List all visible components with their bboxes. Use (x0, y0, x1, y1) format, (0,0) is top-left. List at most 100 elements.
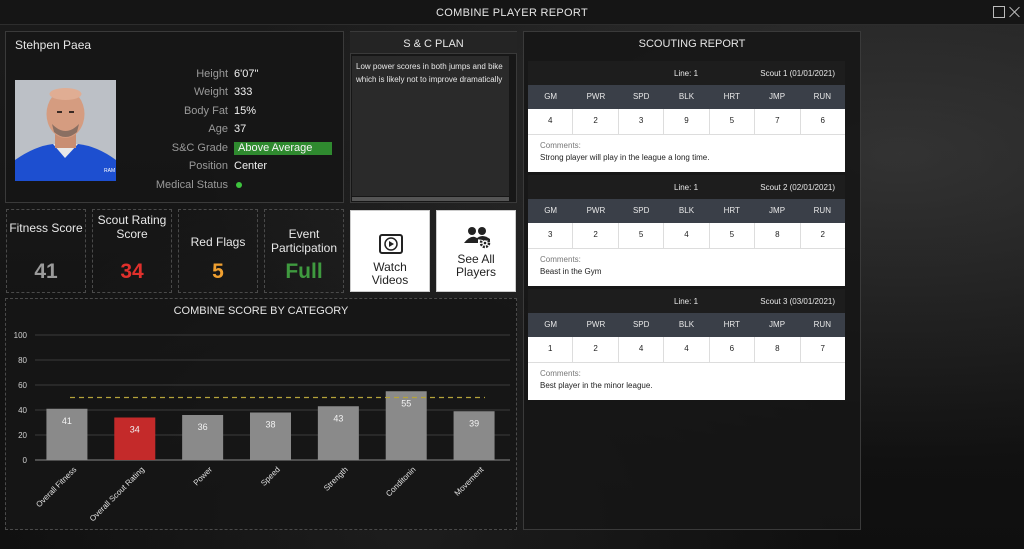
comments-text: Beast in the Gym (540, 267, 602, 276)
scout-line: Line: 1 (674, 297, 699, 306)
val-gm: 4 (528, 109, 574, 134)
maximize-icon[interactable] (993, 6, 1005, 18)
close-icon[interactable] (1009, 6, 1021, 18)
col-pwr: PWR (586, 320, 606, 329)
height-row: Height 6'07" (130, 68, 340, 84)
bar-value-label: 41 (62, 416, 72, 426)
fitness-score-box: Fitness Score 41 (6, 209, 86, 293)
val-blk: 4 (664, 337, 710, 362)
x-tick-label: Power (192, 465, 215, 488)
col-run: RUN (813, 320, 831, 329)
x-tick-label: Conditonin (384, 465, 417, 498)
val-jmp: 7 (755, 109, 801, 134)
comments-text: Best player in the minor league. (540, 381, 653, 390)
scout-columns: GM PWR SPD BLK HRT JMP RUN (528, 85, 845, 109)
grade-row: S&C Grade Above Average (130, 142, 340, 158)
watch-videos-label: Watch Videos (371, 260, 409, 287)
val-run: 6 (820, 116, 825, 125)
height-value: 6'07" (234, 68, 259, 80)
y-tick-label: 40 (18, 406, 27, 415)
see-all-players-label: See All Players (455, 252, 496, 279)
scout-values-row: 3 2 5 4 5 8 2 (528, 223, 845, 248)
col-gm: GM (544, 92, 558, 101)
age-value: 37 (234, 123, 247, 135)
height-label: Height (196, 68, 228, 80)
fitness-score-label: Fitness Score (9, 221, 83, 235)
window-title: COMBINE PLAYER REPORT (436, 7, 588, 19)
col-hrt: HRT (723, 206, 740, 215)
scout-comments: Comments: Strong player will play in the… (528, 134, 845, 172)
comments-label: Comments: (540, 255, 581, 264)
scout-comments: Comments: Beast in the Gym (528, 248, 845, 286)
position-row: Position Center (130, 160, 340, 176)
bar-value-label: 38 (265, 420, 275, 430)
see-all-players-button[interactable]: See All Players (436, 210, 516, 292)
position-label: Position (188, 160, 228, 172)
bar-value-label: 55 (401, 398, 411, 408)
player-photo: RAM (15, 80, 116, 181)
val-gm: 1 (528, 337, 574, 362)
age-label: Age (208, 123, 228, 135)
x-tick-label: Overall Fitness (34, 465, 78, 509)
y-tick-label: 60 (18, 381, 27, 390)
col-spd: SPD (632, 92, 650, 101)
position-value: Center (234, 160, 268, 172)
col-blk: BLK (678, 320, 695, 329)
scout-line: Line: 1 (674, 69, 699, 78)
val-pwr: 2 (573, 109, 619, 134)
col-pwr: PWR (586, 92, 606, 101)
scout-columns: GM PWR SPD BLK HRT JMP RUN (528, 313, 845, 337)
bodyfat-row: Body Fat 15% (130, 105, 340, 121)
val-jmp: 8 (755, 223, 801, 248)
col-jmp: JMP (769, 92, 786, 101)
scout-report-header: Line: 1 Scout 2 (02/01/2021) (528, 175, 845, 199)
comments-label: Comments: (540, 369, 581, 378)
scout-name-date: Scout 1 (01/01/2021) (760, 69, 835, 78)
y-tick-label: 0 (23, 456, 28, 465)
svg-text:RAM: RAM (104, 168, 115, 174)
comments-text: Strong player will play in the league a … (540, 153, 710, 162)
bodyfat-label: Body Fat (183, 105, 228, 117)
age-row: Age 37 (130, 123, 340, 139)
col-gm: GM (544, 320, 558, 329)
val-spd: 5 (619, 223, 665, 248)
y-tick-label: 20 (18, 431, 27, 440)
val-pwr: 2 (573, 223, 619, 248)
y-tick-label: 100 (14, 331, 28, 340)
red-flags-label: Red Flags (190, 235, 246, 249)
bar-value-label: 36 (198, 422, 208, 432)
scout-report-header: Line: 1 Scout 1 (01/01/2021) (528, 61, 845, 85)
x-tick-label: Speed (259, 465, 282, 488)
title-bar: COMBINE PLAYER REPORT (0, 0, 1024, 25)
scout-name-date: Scout 2 (02/01/2021) (760, 183, 835, 192)
watch-videos-button[interactable]: Watch Videos (350, 210, 430, 292)
sc-plan-title: S & C PLAN (350, 32, 517, 54)
val-gm: 3 (528, 223, 574, 248)
x-tick-label: Strength (322, 465, 350, 493)
weight-row: Weight 333 (130, 86, 340, 102)
col-pwr: PWR (586, 206, 606, 215)
val-spd: 4 (619, 337, 665, 362)
sc-plan-scrollbar[interactable] (352, 197, 509, 201)
scout-values-row: 4 2 3 9 5 7 6 (528, 109, 845, 134)
users-gear-icon (464, 227, 491, 249)
scout-report-header: Line: 1 Scout 3 (03/01/2021) (528, 289, 845, 313)
val-pwr: 2 (573, 337, 619, 362)
val-jmp: 8 (755, 337, 801, 362)
chart-title: COMBINE SCORE BY CATEGORY (173, 305, 349, 317)
red-flags-box: Red Flags 5 (178, 209, 258, 293)
event-participation-value: Full (285, 260, 323, 283)
combine-score-chart: 0 20 40 60 80 100 41 Overall Fitness 34 Overall S… (14, 331, 510, 523)
scout-columns: GM PWR SPD BLK HRT JMP RUN (528, 199, 845, 223)
col-spd: SPD (632, 320, 650, 329)
bar-value-label: 34 (130, 425, 140, 435)
grade-label: S&C Grade (171, 142, 228, 154)
grade-badge: Above Average (234, 142, 332, 155)
bodyfat-value: 15% (234, 105, 257, 117)
col-hrt: HRT (723, 320, 740, 329)
weight-label: Weight (193, 86, 228, 98)
bar-value-label: 43 (333, 413, 343, 423)
scout-rating-value: 34 (120, 260, 144, 283)
scouting-report-title: SCOUTING REPORT (638, 38, 746, 50)
fitness-score-value: 41 (34, 260, 58, 283)
